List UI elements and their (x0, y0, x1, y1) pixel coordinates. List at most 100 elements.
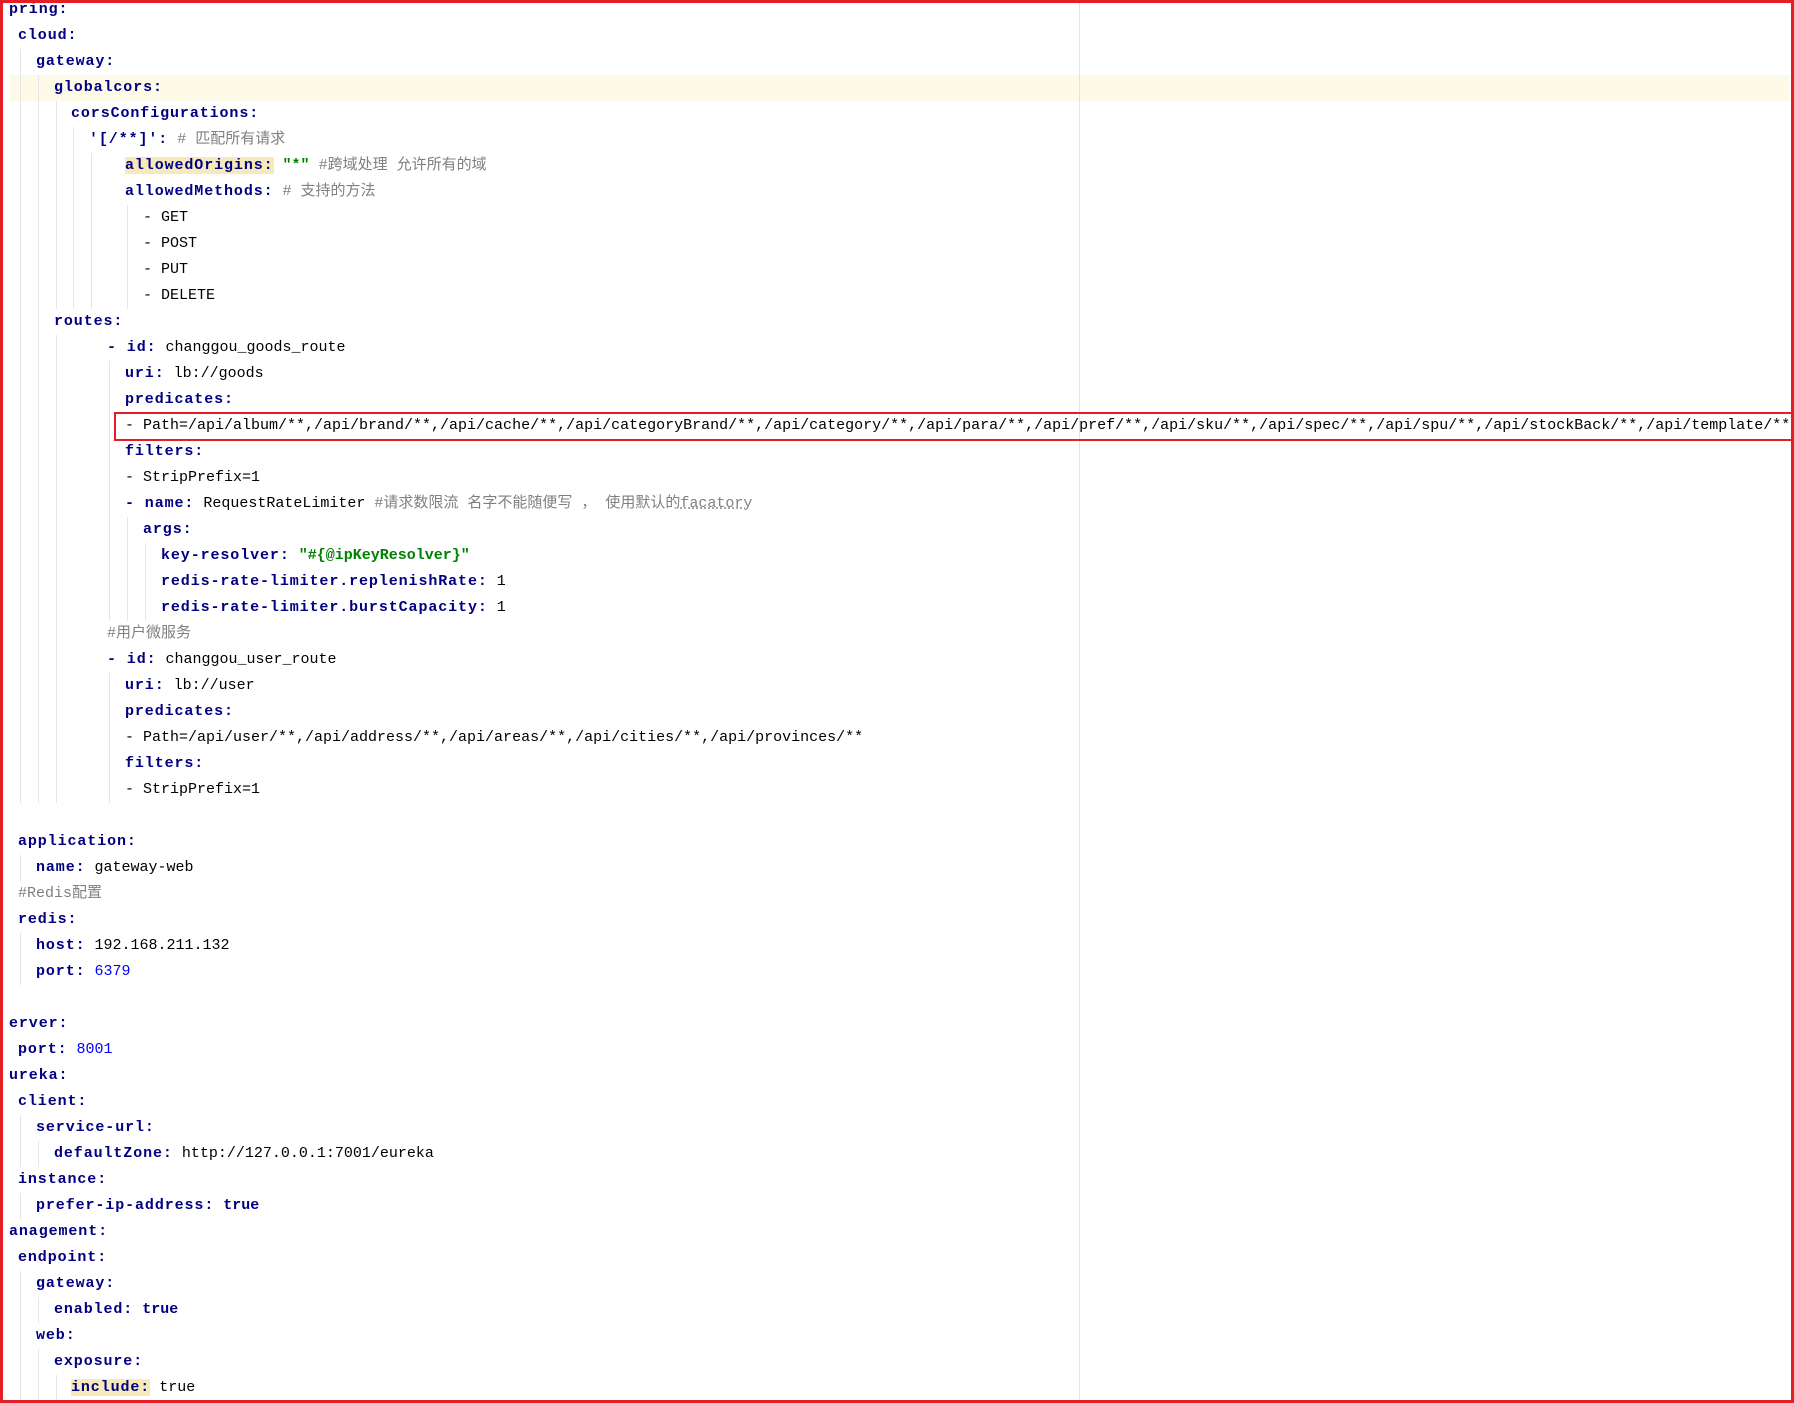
code-line[interactable]: host: 192.168.211.132 (0, 933, 1794, 959)
code-line[interactable]: erver: (0, 1011, 1794, 1037)
code-line[interactable]: routes: (0, 309, 1794, 335)
yaml-key: host: (36, 937, 86, 954)
yaml-key: uri: (125, 365, 165, 382)
code-line[interactable]: service-url: (0, 1115, 1794, 1141)
yaml-key: endpoint: (18, 1249, 108, 1266)
code-line[interactable]: args: (0, 517, 1794, 543)
yaml-key: service-url: (36, 1119, 155, 1136)
yaml-key: redis: (18, 911, 78, 928)
code-line[interactable]: pring: (0, 0, 1794, 23)
yaml-key: anagement: (9, 1223, 109, 1240)
code-line[interactable]: - StripPrefix=1 (0, 777, 1794, 803)
code-line[interactable]: - PUT (0, 257, 1794, 283)
yaml-comment: #Redis配置 (18, 885, 103, 902)
code-editor[interactable]: pring: cloud: gateway: globalcors: corsC… (0, 0, 1794, 1403)
code-line[interactable]: name: gateway-web (0, 855, 1794, 881)
code-line[interactable]: enabled: true (0, 1297, 1794, 1323)
yaml-value: 1 (496, 573, 506, 590)
yaml-value: changgou_goods_route (165, 339, 346, 356)
code-line[interactable]: corsConfigurations: (0, 101, 1794, 127)
code-line[interactable]: gateway: (0, 49, 1794, 75)
code-line[interactable]: port: 6379 (0, 959, 1794, 985)
yaml-key: corsConfigurations: (71, 105, 260, 122)
code-line[interactable]: ureka: (0, 1063, 1794, 1089)
code-line[interactable]: port: 8001 (0, 1037, 1794, 1063)
yaml-key: globalcors: (54, 79, 163, 96)
yaml-key: redis-rate-limiter.burstCapacity: (161, 599, 488, 616)
yaml-key: - id: (107, 339, 157, 356)
code-line[interactable]: endpoint: (0, 1245, 1794, 1271)
yaml-key: gateway: (36, 53, 116, 70)
yaml-value: - Path=/api/album/**,/api/brand/**,/api/… (125, 417, 1791, 434)
code-line[interactable]: include: true (0, 1375, 1794, 1401)
yaml-value: - StripPrefix=1 (125, 781, 261, 798)
code-line[interactable]: #用户微服务 (0, 621, 1794, 647)
code-line[interactable]: redis-rate-limiter.replenishRate: 1 (0, 569, 1794, 595)
yaml-value: changgou_user_route (165, 651, 337, 668)
code-line-empty[interactable] (0, 803, 1794, 829)
code-line[interactable]: uri: lb://goods (0, 361, 1794, 387)
yaml-key-highlighted: allowedOrigins: (125, 157, 274, 174)
code-line[interactable]: client: (0, 1089, 1794, 1115)
code-line[interactable]: filters: (0, 439, 1794, 465)
yaml-key: defaultZone: (54, 1145, 173, 1162)
code-line[interactable]: - Path=/api/user/**,/api/address/**,/api… (0, 725, 1794, 751)
yaml-key: gateway: (36, 1275, 116, 1292)
code-line[interactable]: redis: (0, 907, 1794, 933)
code-line[interactable]: - DELETE (0, 283, 1794, 309)
code-line[interactable]: - POST (0, 231, 1794, 257)
code-line[interactable]: '[/**]': # 匹配所有请求 (0, 127, 1794, 153)
yaml-value: 1 (496, 599, 506, 616)
code-line[interactable]: - name: RequestRateLimiter #请求数限流 名字不能随便… (0, 491, 1794, 517)
code-line[interactable]: - id: changgou_user_route (0, 647, 1794, 673)
yaml-value: true (159, 1379, 196, 1396)
code-line[interactable]: redis-rate-limiter.burstCapacity: 1 (0, 595, 1794, 621)
yaml-key: erver: (9, 1015, 69, 1032)
yaml-value: RequestRateLimiter (203, 495, 366, 512)
code-line[interactable]: defaultZone: http://127.0.0.1:7001/eurek… (0, 1141, 1794, 1167)
yaml-key: application: (18, 833, 137, 850)
code-line[interactable]: allowedOrigins: "*" #跨域处理 允许所有的域 (0, 153, 1794, 179)
yaml-key: pring: (9, 1, 69, 18)
code-line[interactable]: predicates: (0, 387, 1794, 413)
yaml-key: allowedMethods: (125, 183, 274, 200)
yaml-value: lb://user (173, 677, 255, 694)
yaml-key: - id: (107, 651, 157, 668)
code-line[interactable]: - id: changgou_goods_route (0, 335, 1794, 361)
yaml-key: ureka: (9, 1067, 69, 1084)
code-line[interactable]: prefer-ip-address: true (0, 1193, 1794, 1219)
code-line[interactable]: instance: (0, 1167, 1794, 1193)
code-line[interactable]: uri: lb://user (0, 673, 1794, 699)
code-line[interactable]: anagement: (0, 1219, 1794, 1245)
code-line[interactable]: allowedMethods: # 支持的方法 (0, 179, 1794, 205)
yaml-key: - name: (125, 495, 195, 512)
yaml-key: '[/**]': (89, 131, 169, 148)
code-line[interactable]: - GET (0, 205, 1794, 231)
code-line-empty[interactable] (0, 985, 1794, 1011)
yaml-number: 6379 (94, 963, 131, 980)
code-line[interactable]: predicates: (0, 699, 1794, 725)
yaml-key: filters: (125, 443, 205, 460)
code-line[interactable]: application: (0, 829, 1794, 855)
yaml-key: predicates: (125, 391, 234, 408)
yaml-value: - PUT (143, 261, 189, 278)
yaml-value: - DELETE (143, 287, 216, 304)
code-line[interactable]: web: (0, 1323, 1794, 1349)
yaml-key: redis-rate-limiter.replenishRate: (161, 573, 488, 590)
yaml-key: port: (18, 1041, 68, 1058)
code-line[interactable]: cloud: (0, 23, 1794, 49)
code-line[interactable]: key-resolver: "#{@ipKeyResolver}" (0, 543, 1794, 569)
code-line[interactable]: gateway: (0, 1271, 1794, 1297)
code-line[interactable]: filters: (0, 751, 1794, 777)
code-line[interactable]: - StripPrefix=1 (0, 465, 1794, 491)
code-line[interactable]: exposure: (0, 1349, 1794, 1375)
yaml-value: - StripPrefix=1 (125, 469, 261, 486)
code-line[interactable]: #Redis配置 (0, 881, 1794, 907)
code-line-current[interactable]: globalcors: (0, 75, 1794, 101)
yaml-string: "#{@ipKeyResolver}" (298, 547, 470, 564)
yaml-key: args: (143, 521, 193, 538)
code-line-path-annotated[interactable]: - Path=/api/album/**,/api/brand/**,/api/… (0, 413, 1794, 439)
yaml-key: cloud: (18, 27, 78, 44)
yaml-number: 8001 (76, 1041, 113, 1058)
yaml-comment: #用户微服务 (107, 625, 192, 642)
